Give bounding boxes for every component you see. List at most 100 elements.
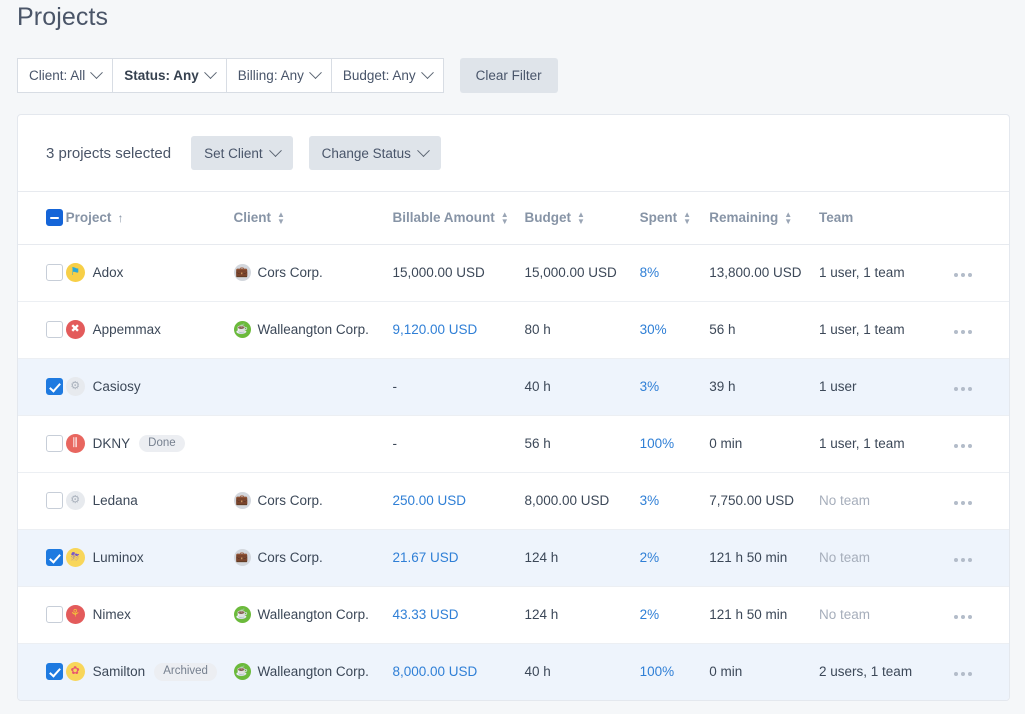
spent-percent-value[interactable]: 2% <box>640 607 660 622</box>
project-name[interactable]: Ledana <box>93 493 138 508</box>
budget-cell: 40 h <box>524 358 640 416</box>
sort-toggle-icon[interactable]: ▲ ▼ <box>683 210 691 225</box>
briefcase-icon: 💼 <box>233 549 251 566</box>
billable-amount-value[interactable]: 21.67 USD <box>393 550 459 565</box>
sort-toggle-icon[interactable]: ▲ ▼ <box>577 210 585 225</box>
projects-card: 3 projects selected Set Client Change St… <box>17 114 1010 701</box>
palette-icon: ⫼ <box>65 434 85 453</box>
status-badge: Archived <box>154 663 217 681</box>
filter-client-dropdown[interactable]: Client: All <box>17 58 114 93</box>
table-row[interactable]: ⚘ Nimex ☕ Walleangton Corp. 43.33 USD 124 h 2%… <box>18 586 1009 644</box>
project-name[interactable]: Casiosy <box>93 379 141 394</box>
filter-status-dropdown[interactable]: Status: Any <box>112 58 227 93</box>
table-row[interactable]: ⚙ Ledana 💼 Cors Corp. 250.00 USD 8,000.00 USD… <box>18 472 1009 530</box>
remaining-cell: 121 h 50 min <box>709 586 820 644</box>
table-row[interactable]: ✖ Appemmax ☕ Walleangton Corp. 9,120.00 USD 8… <box>18 301 1009 359</box>
filter-bar: Client: All Status: Any Billing: Any Budget… <box>17 58 558 93</box>
table-row[interactable]: ⛈ Luminox 💼 Cors Corp. 21.67 USD 124 h 2% 121 h… <box>18 529 1009 587</box>
table-row[interactable]: ✿ Samilton Archived ☕ Walleangton Corp. 8,000… <box>18 643 1009 700</box>
billable-amount-value[interactable]: 43.33 USD <box>393 607 459 622</box>
billable-amount-cell: - <box>392 358 525 416</box>
spent-percent-value[interactable]: 30% <box>640 322 667 337</box>
column-header-spent[interactable]: Spent ▲ ▼ <box>639 192 710 245</box>
billable-amount-value[interactable]: 8,000.00 USD <box>393 664 478 679</box>
filter-budget-dropdown[interactable]: Budget: Any <box>330 58 444 93</box>
more-options-icon[interactable] <box>953 444 972 448</box>
chevron-down-icon <box>308 66 322 80</box>
column-header-project[interactable]: Project ↑ <box>65 192 234 245</box>
billable-amount-value[interactable]: 9,120.00 USD <box>393 322 478 337</box>
billable-amount-cell: 8,000.00 USD <box>392 643 525 700</box>
more-options-icon[interactable] <box>953 615 972 619</box>
more-options-icon[interactable] <box>953 387 972 391</box>
column-header-budget[interactable]: Budget ▲ ▼ <box>524 192 640 245</box>
spent-cell: 100% <box>639 415 710 473</box>
spent-cell: 3% <box>639 358 710 416</box>
set-client-button[interactable]: Set Client <box>191 136 293 170</box>
row-checkbox[interactable] <box>46 321 63 338</box>
sort-toggle-icon[interactable]: ▲ ▼ <box>277 210 285 225</box>
column-header-label: Spent <box>639 210 678 226</box>
project-name[interactable]: Appemmax <box>93 322 161 337</box>
row-select-cell <box>18 358 66 416</box>
project-name[interactable]: Nimex <box>93 607 131 622</box>
bulk-action-toolbar: 3 projects selected Set Client Change St… <box>18 115 1009 192</box>
billable-amount-cell: 43.33 USD <box>392 586 525 644</box>
spent-percent-value[interactable]: 100% <box>640 436 675 451</box>
change-status-button[interactable]: Change Status <box>308 136 441 170</box>
sort-toggle-icon[interactable]: ▲ ▼ <box>784 210 792 225</box>
billable-amount-value: - <box>392 379 398 394</box>
row-menu-cell <box>953 643 1009 700</box>
more-options-icon[interactable] <box>953 501 972 505</box>
projects-page: Projects Client: All Status: Any Billing: … <box>0 0 1025 714</box>
remaining-cell: 0 min <box>709 415 820 473</box>
row-checkbox[interactable] <box>46 606 63 623</box>
table-row[interactable]: ⚑ Adox 💼 Cors Corp. 15,000.00 USD 15,000.00 U… <box>18 244 1009 302</box>
sort-toggle-icon[interactable]: ▲ ▼ <box>501 210 509 225</box>
spent-percent-value[interactable]: 8% <box>640 265 660 280</box>
more-options-icon[interactable] <box>953 273 972 277</box>
remaining-cell: 7,750.00 USD <box>709 472 820 530</box>
column-header-client[interactable]: Client ▲ ▼ <box>233 192 393 245</box>
spent-percent-value[interactable]: 2% <box>640 550 660 565</box>
table-row[interactable]: ⚙ Casiosy - 40 h 3% 39 h1 user <box>18 358 1009 416</box>
column-header-label: Client <box>233 210 272 226</box>
column-header-remaining[interactable]: Remaining ▲ ▼ <box>709 192 820 245</box>
project-name[interactable]: DKNY <box>93 436 131 451</box>
project-cell: ⫼ DKNY Done <box>65 415 234 473</box>
row-checkbox[interactable] <box>46 264 63 281</box>
row-menu-cell <box>953 586 1009 644</box>
project-name[interactable]: Samilton <box>93 664 146 679</box>
table-row[interactable]: ⫼ DKNY Done - 56 h 100% 0 min 1 user, 1 team <box>18 415 1009 473</box>
row-checkbox[interactable] <box>46 492 63 509</box>
project-name[interactable]: Luminox <box>93 550 144 565</box>
more-options-icon[interactable] <box>953 330 972 334</box>
more-options-icon[interactable] <box>953 558 972 562</box>
row-checkbox[interactable] <box>46 435 63 452</box>
row-checkbox[interactable] <box>46 549 63 566</box>
select-all-checkbox[interactable] <box>46 209 63 227</box>
select-all-cell <box>18 192 66 245</box>
spent-percent-value[interactable]: 3% <box>640 493 660 508</box>
remaining-cell: 0 min <box>709 643 820 700</box>
spent-percent-value[interactable]: 100% <box>640 664 675 679</box>
client-name: Walleangton Corp. <box>257 322 369 337</box>
more-options-icon[interactable] <box>953 672 972 677</box>
remaining-cell: 13,800.00 USD <box>709 244 820 302</box>
budget-cell: 56 h <box>524 415 640 473</box>
clear-filter-button[interactable]: Clear Filter <box>459 58 558 93</box>
row-checkbox[interactable] <box>46 378 63 395</box>
spent-percent-value[interactable]: 3% <box>640 379 660 394</box>
project-name[interactable]: Adox <box>93 265 124 280</box>
cup-icon: ☕ <box>233 606 251 623</box>
row-checkbox[interactable] <box>46 663 63 681</box>
column-header-billable-amount[interactable]: Billable Amount ▲ ▼ <box>392 192 525 245</box>
row-menu-cell <box>953 529 1009 587</box>
table-header: Project ↑ Client ▲ ▼ Billable Amount ▲ ▼ Budget ▲… <box>18 192 1009 245</box>
billable-amount-cell: - <box>392 415 525 473</box>
row-select-cell <box>18 415 66 473</box>
billable-amount-value[interactable]: 250.00 USD <box>393 493 467 508</box>
column-header-label: Billable Amount <box>392 210 495 226</box>
spent-cell: 3% <box>639 472 710 530</box>
filter-billing-dropdown[interactable]: Billing: Any <box>225 58 332 93</box>
